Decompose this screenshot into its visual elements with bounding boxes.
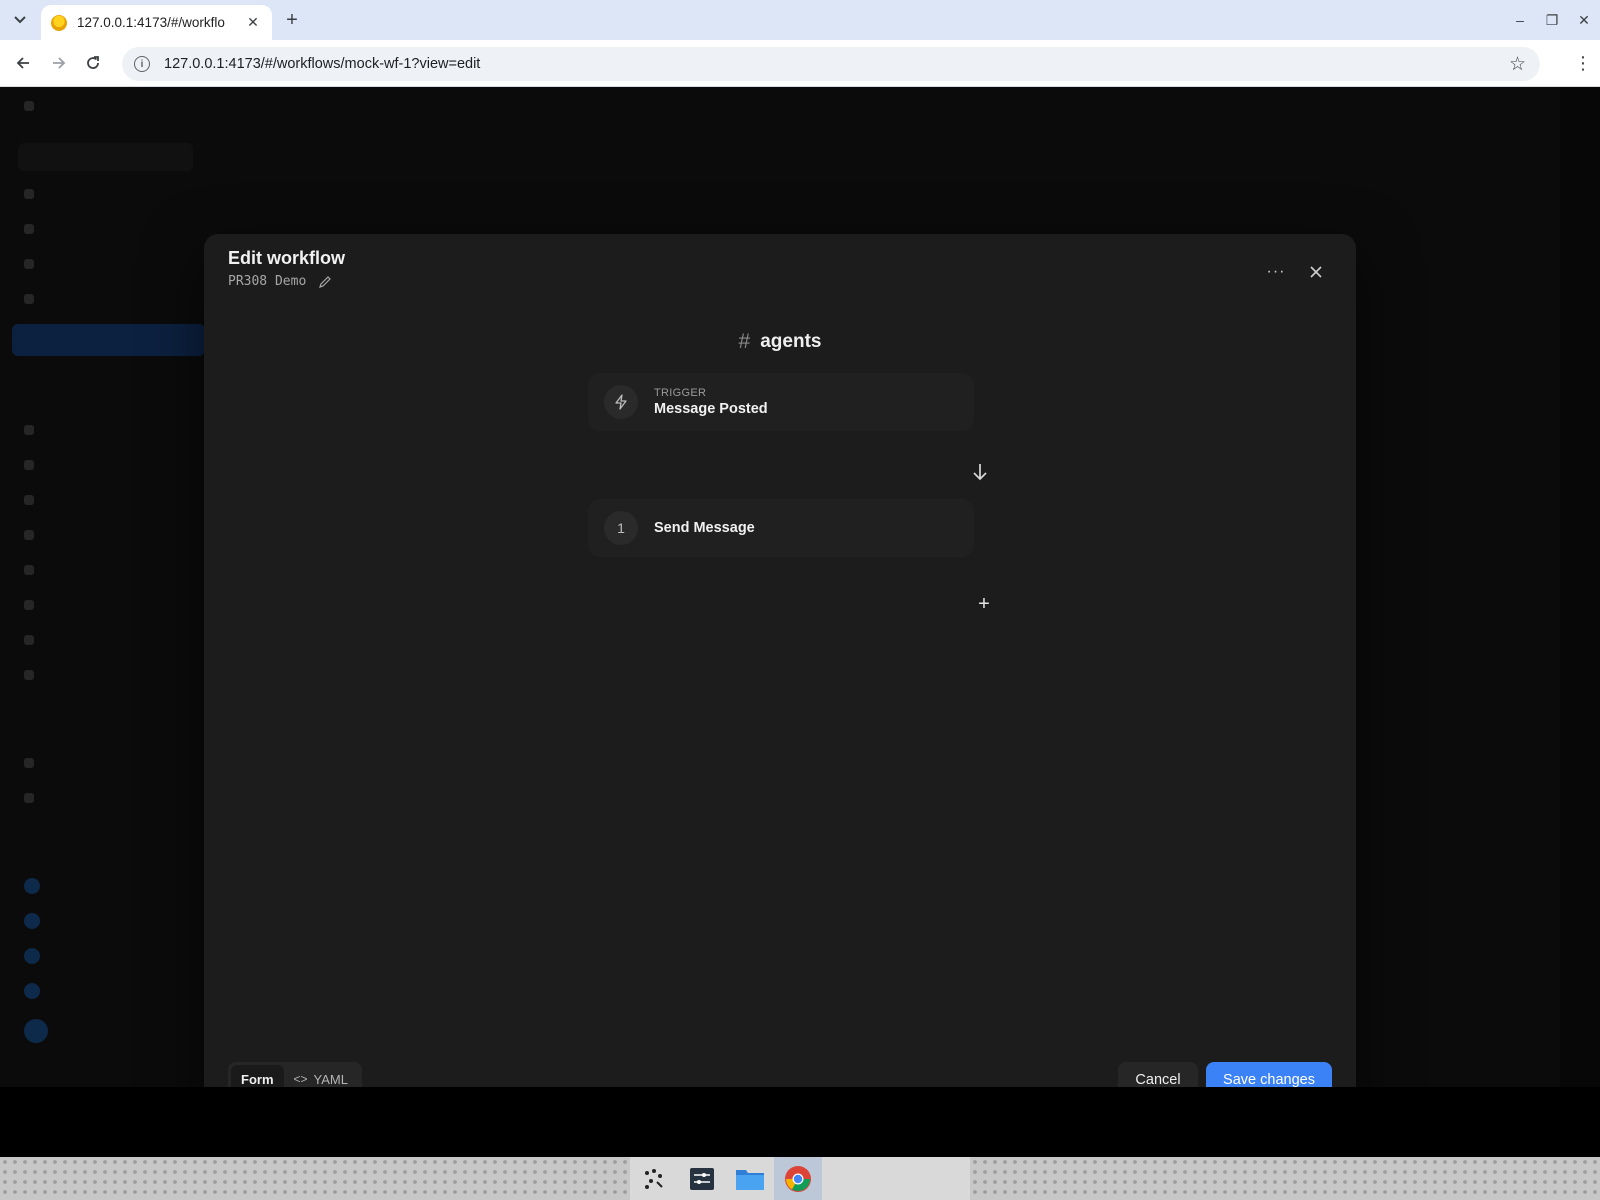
- step-number: 1: [604, 511, 638, 545]
- step-name: Send Message: [654, 520, 755, 536]
- settings-app-icon[interactable]: [678, 1157, 726, 1200]
- browser-toolbar: i 127.0.0.1:4173/#/workflows/mock-wf-1?v…: [0, 40, 1600, 87]
- close-icon[interactable]: [1304, 260, 1328, 284]
- url-text: 127.0.0.1:4173/#/workflows/mock-wf-1?vie…: [164, 56, 481, 72]
- sidebar-channel: [24, 631, 44, 649]
- tab-search-icon[interactable]: [6, 8, 34, 32]
- minimize-button[interactable]: –: [1504, 12, 1536, 28]
- sidebar-dm: [24, 877, 50, 895]
- chrome-app-icon[interactable]: [774, 1157, 822, 1200]
- sidebar-channel: [24, 666, 44, 684]
- sidebar-dm: [24, 982, 50, 1000]
- sidebar-search: [18, 143, 193, 171]
- sidebar-logo: [24, 97, 44, 115]
- forward-icon[interactable]: [46, 50, 72, 76]
- hash-icon: #: [738, 330, 751, 353]
- trigger-kicker: TRIGGER: [654, 387, 707, 399]
- sidebar-item: [24, 185, 44, 203]
- address-bar[interactable]: i 127.0.0.1:4173/#/workflows/mock-wf-1?v…: [122, 47, 1540, 81]
- taskbar-apps: [630, 1157, 970, 1200]
- sidebar-active-item: [12, 324, 205, 356]
- workflow-name: PR308 Demo: [228, 274, 332, 289]
- edit-workflow-modal: Edit workflow PR308 Demo ··· # agents TR…: [204, 234, 1356, 1114]
- sidebar-channel: [24, 789, 44, 807]
- step-card[interactable]: 1 Send Message: [588, 499, 974, 557]
- back-icon[interactable]: [10, 50, 36, 76]
- trigger-card[interactable]: TRIGGER Message Posted: [588, 373, 974, 431]
- app-background: Edit workflow PR308 Demo ··· # agents TR…: [0, 87, 1560, 1114]
- restore-button[interactable]: ❐: [1536, 12, 1568, 29]
- tab-yaml-label: YAML: [313, 1071, 348, 1087]
- tab-title: 127.0.0.1:4173/#/workflo: [77, 15, 225, 30]
- tab-close-icon[interactable]: ✕: [244, 14, 262, 31]
- window-controls: – ❐ ✕: [1504, 0, 1600, 40]
- site-info-icon[interactable]: i: [134, 56, 150, 72]
- launcher-icon[interactable]: [630, 1157, 678, 1200]
- new-tab-button[interactable]: +: [280, 8, 304, 32]
- favicon-icon: [51, 14, 67, 31]
- files-app-icon[interactable]: [726, 1157, 774, 1200]
- sidebar-channel: [24, 596, 44, 614]
- reload-icon[interactable]: [80, 50, 106, 76]
- pencil-icon[interactable]: [318, 275, 332, 289]
- bookmark-star-icon[interactable]: ☆: [1509, 53, 1526, 76]
- sidebar-dm: [24, 912, 50, 930]
- sidebar-user: [24, 1019, 58, 1043]
- sidebar-channel: [24, 526, 44, 544]
- black-area: [0, 1087, 1600, 1157]
- browser-tabstrip: 127.0.0.1:4173/#/workflo ✕ + – ❐ ✕: [0, 0, 1600, 40]
- lightning-icon: [604, 385, 638, 419]
- sidebar-channel: [24, 491, 44, 509]
- code-icon: <>: [293, 1072, 308, 1086]
- modal-title: Edit workflow: [228, 248, 345, 268]
- add-step-button[interactable]: +: [970, 590, 998, 618]
- sidebar-channel: [24, 561, 44, 579]
- sidebar-channel: [24, 421, 44, 439]
- arrow-down-icon: [973, 464, 987, 481]
- sidebar-channel: [24, 456, 44, 474]
- sidebar-item: [24, 290, 44, 308]
- sidebar-item: [24, 255, 44, 273]
- trigger-name: Message Posted: [654, 401, 768, 417]
- app-background-edge: [1560, 87, 1600, 1087]
- sidebar-dm: [24, 947, 50, 965]
- browser-tab[interactable]: 127.0.0.1:4173/#/workflo ✕: [41, 5, 272, 40]
- window-close-button[interactable]: ✕: [1568, 12, 1600, 29]
- channel-name: agents: [760, 331, 822, 352]
- sidebar-item: [24, 220, 44, 238]
- browser-menu-icon[interactable]: ⋮: [1574, 52, 1592, 76]
- more-options-button[interactable]: ···: [1264, 262, 1288, 286]
- workflow-name-text: PR308 Demo: [228, 274, 307, 289]
- sidebar-channel: [24, 754, 44, 772]
- channel-header: # agents: [204, 330, 1356, 354]
- dimmed-sidebar: [0, 87, 205, 1087]
- os-taskbar: [0, 1157, 1600, 1200]
